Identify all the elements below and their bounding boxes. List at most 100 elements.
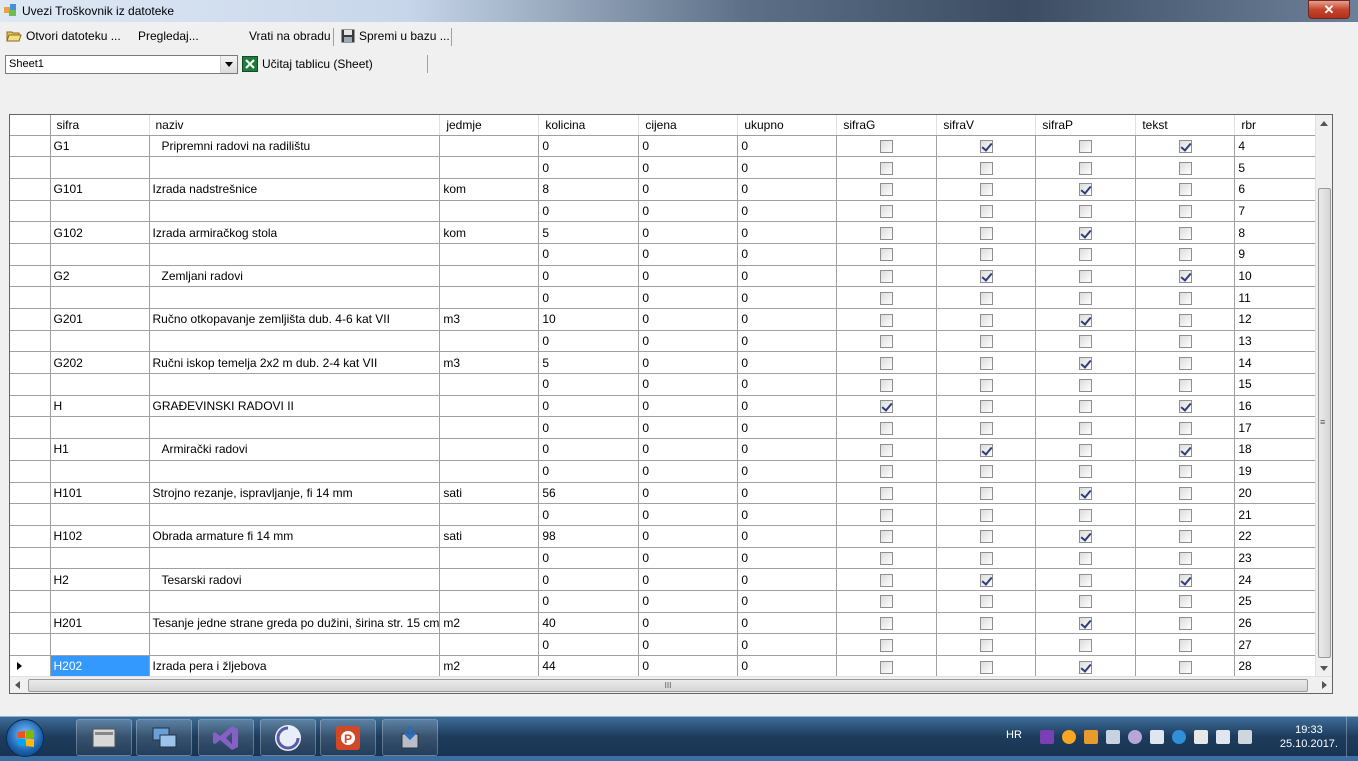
clock[interactable]: 19:33 25.10.2017.	[1280, 723, 1338, 751]
horizontal-scroll-thumb[interactable]: III	[28, 679, 1308, 692]
cell-cijena[interactable]: 0	[638, 156, 739, 179]
cell-kolicina[interactable]: 0	[538, 503, 640, 526]
vertical-scrollbar[interactable]: ≡	[1315, 115, 1332, 677]
cell-kolicina[interactable]: 40	[538, 612, 640, 635]
sifraV-checkbox[interactable]	[979, 378, 993, 392]
cell-ukupno[interactable]: 0	[737, 633, 838, 656]
row-header[interactable]	[10, 178, 51, 201]
cell-sifra[interactable]: H201	[50, 612, 150, 635]
cell-jedmje[interactable]	[439, 438, 540, 461]
cell-jedmje[interactable]	[439, 416, 540, 440]
cell-sifra[interactable]: G102	[50, 221, 150, 244]
cell-kolicina[interactable]: 0	[538, 395, 640, 418]
cell-cijena[interactable]: 0	[638, 243, 739, 266]
cell-cijena[interactable]: 0	[638, 416, 739, 440]
sifraG-checkbox[interactable]	[880, 487, 894, 500]
tekst-checkbox[interactable]	[1178, 421, 1192, 435]
save-to-database-button[interactable]: Spremi u bazu ...	[341, 27, 450, 45]
cell-naziv[interactable]	[149, 156, 441, 179]
sifraV-checkbox[interactable]	[979, 421, 993, 435]
cell-cijena[interactable]: 0	[638, 525, 739, 548]
sifraG-checkbox[interactable]	[880, 617, 894, 631]
load-sheet-button[interactable]: Učitaj tablicu (Sheet)	[242, 55, 373, 73]
cell-ukupno[interactable]: 0	[737, 351, 838, 375]
cell-cijena[interactable]: 0	[638, 460, 739, 483]
tekst-checkbox[interactable]	[1178, 595, 1192, 609]
column-header[interactable]: sifra	[50, 115, 150, 136]
cell-cijena[interactable]: 0	[638, 547, 739, 570]
cell-cijena[interactable]: 0	[638, 438, 739, 461]
row-header[interactable]	[10, 373, 51, 396]
sifraP-checkbox[interactable]	[1079, 226, 1093, 240]
scroll-right-icon[interactable]	[1322, 681, 1327, 689]
sifraP-checkbox[interactable]	[1079, 205, 1093, 219]
table-row[interactable]: 0 0 0 17	[10, 416, 1330, 440]
data-grid[interactable]: sifra naziv jedmje kolicina cijena ukupn…	[9, 114, 1333, 694]
row-header[interactable]	[10, 590, 51, 613]
taskbar-app-media[interactable]	[260, 719, 316, 756]
row-header[interactable]	[10, 547, 51, 570]
cell-jedmje[interactable]: sati	[439, 482, 540, 505]
sifraV-checkbox[interactable]	[979, 508, 993, 522]
cell-jedmje[interactable]: m2	[439, 655, 540, 678]
cell-naziv[interactable]: Tesarski radovi	[149, 568, 441, 591]
cell-kolicina[interactable]: 0	[538, 568, 640, 591]
taskbar-app-file-manager[interactable]	[76, 719, 132, 756]
sifraV-checkbox[interactable]	[979, 140, 993, 153]
cell-kolicina[interactable]: 0	[538, 135, 640, 158]
cell-jedmje[interactable]	[439, 265, 540, 288]
cell-jedmje[interactable]	[439, 395, 540, 418]
cell-ukupno[interactable]: 0	[737, 525, 838, 548]
tekst-checkbox[interactable]	[1178, 248, 1192, 262]
cell-ukupno[interactable]: 0	[737, 308, 838, 331]
column-header[interactable]: ukupno	[737, 115, 838, 136]
network-tray-icon[interactable]	[1150, 730, 1164, 744]
cell-kolicina[interactable]: 0	[538, 633, 640, 656]
sifraG-checkbox[interactable]	[880, 573, 894, 587]
cell-jedmje[interactable]: m3	[439, 308, 540, 331]
vertical-scroll-thumb[interactable]: ≡	[1318, 188, 1331, 658]
sifraV-checkbox[interactable]	[979, 161, 993, 175]
row-header[interactable]	[10, 200, 51, 223]
cell-kolicina[interactable]: 8	[538, 178, 640, 201]
cell-sifra[interactable]	[50, 460, 150, 483]
sifraG-checkbox[interactable]	[880, 226, 894, 240]
cell-ukupno[interactable]: 0	[737, 265, 838, 288]
sifraG-checkbox[interactable]	[880, 443, 894, 457]
column-header[interactable]: sifraV	[936, 115, 1037, 136]
cell-kolicina[interactable]: 98	[538, 525, 640, 548]
cell-naziv[interactable]: GRAĐEVINSKI RADOVI II	[149, 395, 441, 418]
tekst-checkbox[interactable]	[1178, 205, 1192, 219]
cell-jedmje[interactable]	[439, 330, 540, 353]
sifraG-checkbox[interactable]	[880, 161, 894, 175]
sifraP-checkbox[interactable]	[1079, 660, 1093, 674]
sifraV-checkbox[interactable]	[979, 595, 993, 609]
cell-naziv[interactable]	[149, 547, 441, 570]
cell-cijena[interactable]: 0	[638, 200, 739, 223]
cell-kolicina[interactable]: 10	[538, 308, 640, 331]
sifraV-checkbox[interactable]	[979, 205, 993, 219]
sifraV-checkbox[interactable]	[979, 183, 993, 197]
sifraV-checkbox[interactable]	[979, 638, 993, 652]
cell-ukupno[interactable]: 0	[737, 590, 838, 613]
cell-jedmje[interactable]	[439, 243, 540, 266]
skype-icon[interactable]	[1172, 730, 1186, 744]
sifraG-checkbox[interactable]	[880, 508, 894, 522]
sifraG-checkbox[interactable]	[880, 378, 894, 392]
cell-naziv[interactable]	[149, 373, 441, 396]
tekst-checkbox[interactable]	[1178, 378, 1192, 392]
taskbar-app-visual-studio[interactable]	[198, 719, 254, 756]
tekst-checkbox[interactable]	[1178, 140, 1192, 153]
cell-naziv[interactable]: Izrada armiračkog stola	[149, 221, 441, 244]
cell-ukupno[interactable]: 0	[737, 416, 838, 440]
start-button[interactable]	[6, 719, 44, 757]
cell-kolicina[interactable]: 44	[538, 655, 640, 678]
sifraP-checkbox[interactable]	[1079, 335, 1093, 349]
table-row[interactable]: G101 Izrada nadstrešnice kom 8 0 0 6	[10, 178, 1330, 201]
taskbar-app-installer[interactable]	[382, 719, 438, 756]
cell-naziv[interactable]: Izrada nadstrešnice	[149, 178, 441, 201]
cell-sifra[interactable]	[50, 547, 150, 570]
tekst-checkbox[interactable]	[1178, 183, 1192, 197]
cell-sifra[interactable]	[50, 200, 150, 223]
sifraV-checkbox[interactable]	[979, 226, 993, 240]
